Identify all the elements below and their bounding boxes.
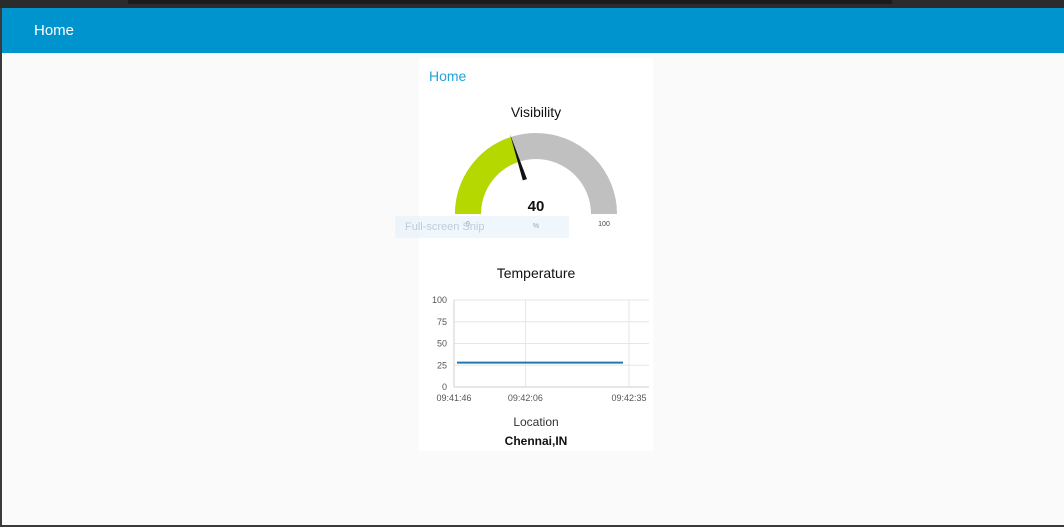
x-tick-label: 09:42:06 [508, 393, 543, 403]
gauge-fill [455, 136, 520, 215]
temperature-chart: 100 75 50 25 009:41:46 09:42:06 09:42:35 [432, 295, 649, 403]
title-bar-dark-segment [128, 0, 892, 4]
snip-overlay[interactable]: Full-screen Snip [395, 216, 569, 238]
x-tick-label: 09:41:46 [436, 393, 471, 403]
chart-title: Temperature [496, 265, 576, 281]
group-title: Home [429, 68, 467, 84]
title-bar-strip [0, 0, 1064, 8]
snip-overlay-text: Full-screen Snip [405, 221, 485, 233]
gauge-max-label: 100 [598, 221, 610, 228]
y-tick-label: 50 [437, 339, 447, 349]
x-tick-label: 09:42:35 [611, 393, 646, 403]
group-card: Home Visibility 40 0 % 100 Full-screen S… [395, 58, 653, 451]
location-value: Chennai,IN [504, 434, 568, 448]
y-tick-label: 0 [442, 382, 447, 392]
y-tick-label: 75 [437, 317, 447, 327]
y-tick-label: 25 [437, 360, 447, 370]
location-label: Location [513, 415, 559, 429]
dashboard-toolbar: Home [2, 8, 1064, 53]
dashboard-window: Home Home Visibility 40 0 % 100 Full-scr… [2, 8, 1064, 525]
toolbar-title[interactable]: Home [34, 22, 74, 39]
gauge-value: 40 [528, 198, 545, 215]
y-tick-label: 100 [432, 295, 447, 305]
